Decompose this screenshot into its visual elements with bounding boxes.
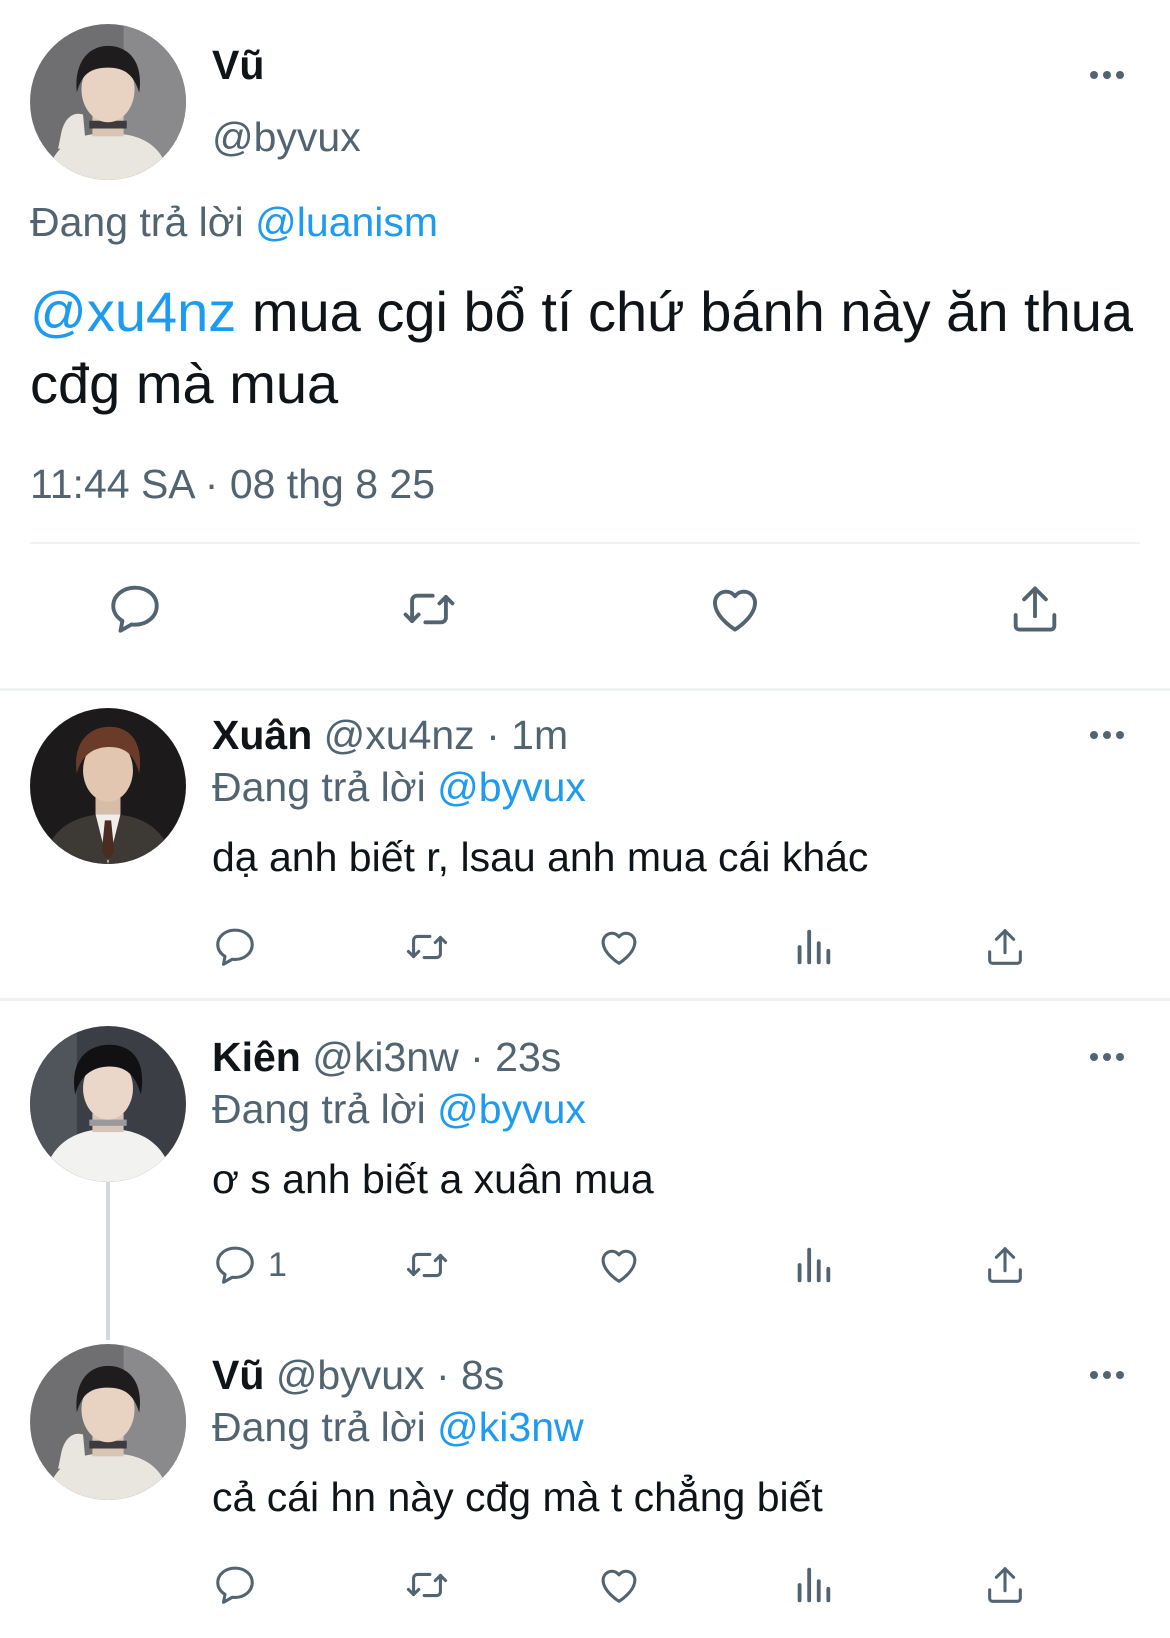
author-name[interactable]: Xuân xyxy=(212,712,312,758)
reply-button[interactable]: 1 xyxy=(212,1242,287,1288)
more-icon[interactable] xyxy=(1082,1042,1132,1072)
retweet-icon xyxy=(400,580,458,638)
reply-icon xyxy=(212,1562,258,1608)
author-handle[interactable]: @byvux xyxy=(276,1352,425,1398)
retweet-icon xyxy=(404,1242,450,1288)
retweet-icon xyxy=(404,924,450,970)
replying-to: Đang trả lời @byvux xyxy=(212,762,586,812)
replying-to-handle[interactable]: @byvux xyxy=(437,1086,586,1132)
retweet-icon xyxy=(404,1562,450,1608)
like-button[interactable] xyxy=(596,1242,642,1288)
share-button[interactable] xyxy=(982,1242,1028,1288)
reply-time[interactable]: · 8s xyxy=(436,1352,504,1398)
reply-tweet[interactable]: Kiên @ki3nw · 23s Đang trả lời @byvux ơ … xyxy=(0,1002,1170,1322)
avatar[interactable] xyxy=(30,708,186,864)
like-icon xyxy=(596,924,642,970)
share-icon xyxy=(982,1562,1028,1608)
avatar[interactable] xyxy=(30,1344,186,1500)
share-icon xyxy=(982,924,1028,970)
more-icon[interactable] xyxy=(1082,1360,1132,1390)
share-button[interactable] xyxy=(1006,580,1064,638)
tweet-text: dạ anh biết r, lsau anh mua cái khác xyxy=(212,834,869,880)
like-button[interactable] xyxy=(596,924,642,970)
more-icon[interactable] xyxy=(1082,60,1132,90)
reply-time[interactable]: · 1m xyxy=(486,712,568,758)
tweet-actions xyxy=(0,580,1170,660)
retweet-button[interactable] xyxy=(404,924,450,970)
avatar[interactable] xyxy=(30,1026,186,1182)
replying-prefix: Đang trả lời xyxy=(30,199,244,245)
share-icon xyxy=(1006,580,1064,638)
views-icon xyxy=(790,924,836,970)
retweet-button[interactable] xyxy=(404,1562,450,1608)
reply-icon xyxy=(212,924,258,970)
more-icon[interactable] xyxy=(1082,720,1132,750)
mention-link[interactable]: @xu4nz xyxy=(30,280,236,343)
reply-time[interactable]: · 23s xyxy=(470,1034,561,1080)
like-icon xyxy=(596,1562,642,1608)
retweet-button[interactable] xyxy=(400,580,458,638)
reply-header: Xuân @xu4nz · 1m xyxy=(212,710,568,760)
replying-prefix: Đang trả lời xyxy=(212,764,426,810)
main-tweet: Vũ @byvux Đang trả lời @luanism @xu4nz m… xyxy=(0,0,1170,690)
reply-button[interactable] xyxy=(212,1562,258,1608)
share-button[interactable] xyxy=(982,924,1028,970)
reply-header: Kiên @ki3nw · 23s xyxy=(212,1032,561,1082)
retweet-button[interactable] xyxy=(404,1242,450,1288)
replying-to-handle[interactable]: @byvux xyxy=(437,764,586,810)
author-name[interactable]: Kiên xyxy=(212,1034,301,1080)
tweet-text: ơ s anh biết a xuân mua xyxy=(212,1156,654,1202)
views-button[interactable] xyxy=(790,1562,836,1608)
author-name[interactable]: Vũ xyxy=(212,1352,264,1398)
like-icon xyxy=(706,580,764,638)
like-icon xyxy=(596,1242,642,1288)
reply-icon xyxy=(106,580,164,638)
timestamp[interactable]: 11:44 SA · 08 thg 8 25 xyxy=(30,458,435,510)
divider xyxy=(0,998,1170,1001)
reply-icon xyxy=(212,1242,258,1288)
tweet-text: cả cái hn này cđg mà t chẳng biết xyxy=(212,1474,823,1520)
like-button[interactable] xyxy=(596,1562,642,1608)
replying-prefix: Đang trả lời xyxy=(212,1404,426,1450)
reply-count: 1 xyxy=(268,1245,287,1284)
author-handle[interactable]: @ki3nw xyxy=(312,1034,458,1080)
divider xyxy=(0,688,1170,691)
replying-to-handle[interactable]: @luanism xyxy=(255,199,438,245)
replying-to: Đang trả lời @byvux xyxy=(212,1084,586,1134)
avatar[interactable] xyxy=(30,24,186,180)
reply-tweet[interactable]: Vũ @byvux · 8s Đang trả lời @ki3nw cả cá… xyxy=(0,1322,1170,1638)
divider xyxy=(30,542,1140,544)
reply-header: Vũ @byvux · 8s xyxy=(212,1350,504,1400)
replying-to: Đang trả lời @luanism xyxy=(30,196,438,248)
reply-button[interactable] xyxy=(106,580,164,638)
author-name[interactable]: Vũ xyxy=(212,40,264,90)
replying-to-handle[interactable]: @ki3nw xyxy=(437,1404,583,1450)
views-icon xyxy=(790,1242,836,1288)
author-handle[interactable]: @xu4nz xyxy=(324,712,475,758)
replying-to: Đang trả lời @ki3nw xyxy=(212,1402,584,1452)
views-button[interactable] xyxy=(790,1242,836,1288)
share-icon xyxy=(982,1242,1028,1288)
views-button[interactable] xyxy=(790,924,836,970)
share-button[interactable] xyxy=(982,1562,1028,1608)
author-handle[interactable]: @byvux xyxy=(212,112,361,162)
reply-button[interactable] xyxy=(212,924,258,970)
reply-tweet[interactable]: Xuân @xu4nz · 1m Đang trả lời @byvux dạ … xyxy=(0,692,1170,998)
views-icon xyxy=(790,1562,836,1608)
tweet-text: @xu4nz mua cgi bổ tí chứ bánh này ăn thu… xyxy=(30,276,1140,420)
replying-prefix: Đang trả lời xyxy=(212,1086,426,1132)
like-button[interactable] xyxy=(706,580,764,638)
